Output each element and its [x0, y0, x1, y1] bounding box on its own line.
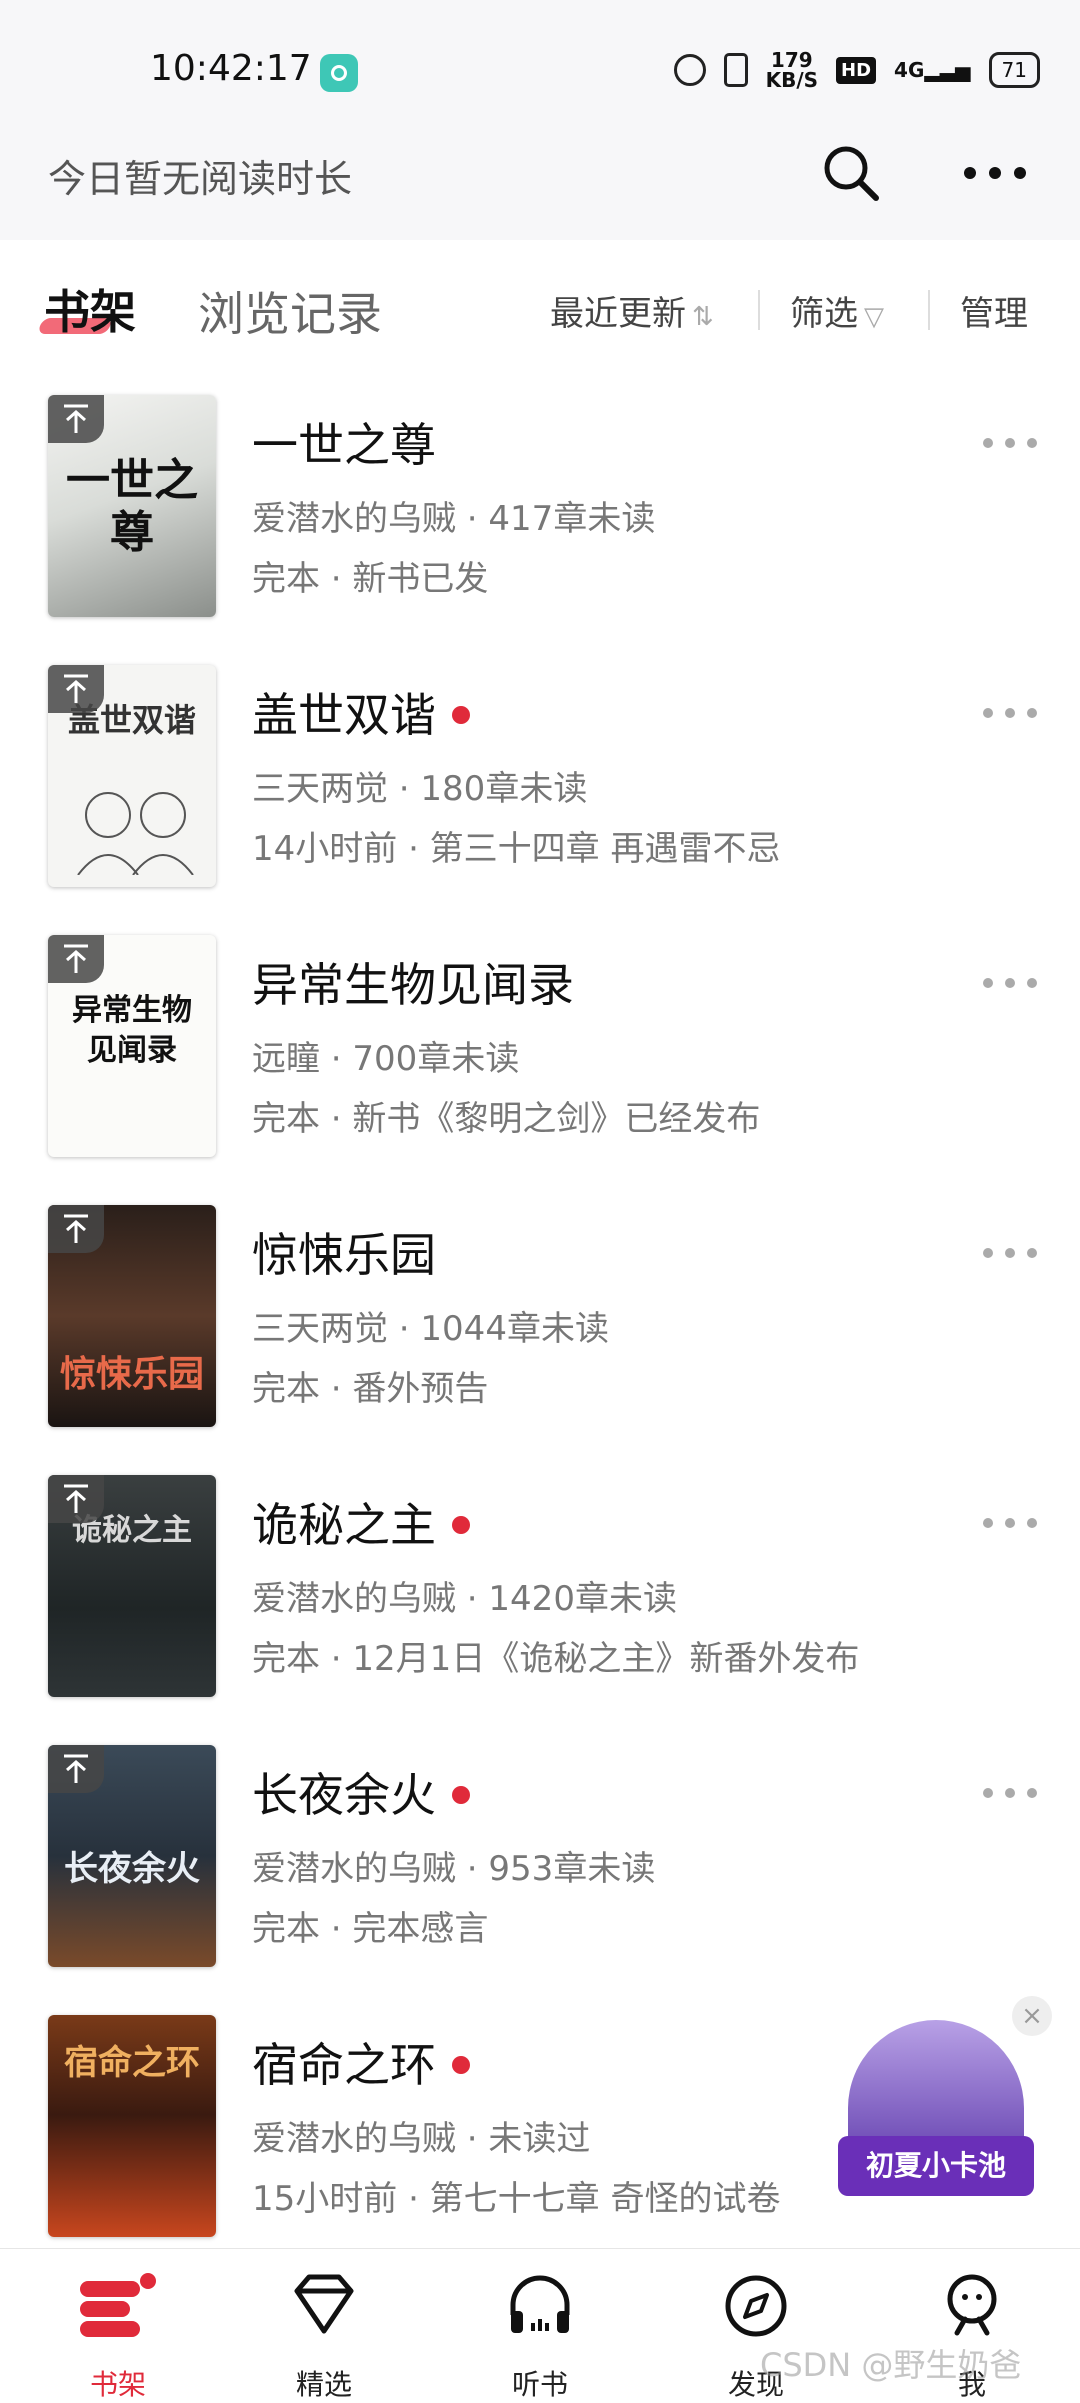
book-cover[interactable]: 长夜余火: [48, 1745, 216, 1967]
bookshelf-panel: 书架 浏览记录 最近更新 ⇅ 筛选 ▽ 管理 一世之尊 一世之尊 爱潜水的乌贼 · …: [0, 240, 1080, 2240]
book-more-icon[interactable]: [980, 1785, 1040, 1801]
promo-label: 初夏小卡池: [838, 2136, 1034, 2196]
reading-time-text[interactable]: 今日暂无阅读时长: [48, 148, 352, 203]
book-update-note: 15小时前 · 第七十七章 奇怪的试卷: [252, 2179, 781, 2219]
compass-icon: [725, 2275, 787, 2337]
book-author-progress: 三天两觉 · 180章未读: [252, 769, 588, 809]
book-author-progress: 爱潜水的乌贼 · 417章未读: [252, 499, 656, 539]
filter-icon: ▽: [864, 302, 884, 332]
book-update-note: 14小时前 · 第三十四章 再遇雷不忌: [252, 829, 781, 869]
book-cover[interactable]: 盖世双谐: [48, 665, 216, 887]
book-item[interactable]: 诡秘之主 诡秘之主 爱潜水的乌贼 · 1420章未读 完本 · 12月1日《诡秘…: [0, 1475, 1080, 1745]
nav-featured[interactable]: 精选: [254, 2259, 394, 2401]
status-bar: 10:42:17 179 KB/S HD 4G▂▃▅ 71: [0, 0, 1080, 130]
hd-badge: HD: [836, 56, 877, 84]
signal-icon: 4G▂▃▅: [894, 58, 971, 82]
book-update-note: 完本 · 12月1日《诡秘之主》新番外发布: [252, 1639, 860, 1679]
book-more-icon[interactable]: [980, 1515, 1040, 1531]
book-author-progress: 远瞳 · 700章未读: [252, 1039, 520, 1079]
book-update-note: 完本 · 新书已发: [252, 559, 489, 599]
divider: [928, 290, 930, 330]
pin-top-icon[interactable]: [48, 1205, 104, 1253]
profile-icon: [947, 2274, 997, 2336]
search-icon[interactable]: [822, 144, 880, 202]
pin-top-icon[interactable]: [48, 1475, 104, 1523]
pin-top-icon[interactable]: [48, 395, 104, 443]
status-time: 10:42:17: [150, 48, 312, 89]
manage-button[interactable]: 管理: [960, 286, 1028, 335]
book-cover[interactable]: 宿命之环: [48, 2015, 216, 2237]
nav-bookshelf[interactable]: 书架: [48, 2259, 188, 2401]
book-title: 异常生物见闻录: [252, 958, 574, 1012]
book-item[interactable]: 一世之尊 一世之尊 爱潜水的乌贼 · 417章未读 完本 · 新书已发: [0, 395, 1080, 665]
book-item[interactable]: 惊悚乐园 惊悚乐园 三天两觉 · 1044章未读 完本 · 番外预告: [0, 1205, 1080, 1475]
book-cover[interactable]: 诡秘之主: [48, 1475, 216, 1697]
book-item[interactable]: 长夜余火 长夜余火 爱潜水的乌贼 · 953章未读 完本 · 完本感言: [0, 1745, 1080, 2015]
bookshelf-icon: [80, 2273, 156, 2337]
book-title: 盖世双谐: [252, 679, 470, 745]
alarm-icon: [673, 54, 706, 86]
book-author-progress: 爱潜水的乌贼 · 未读过: [252, 2119, 591, 2159]
sort-icon: ⇅: [692, 302, 714, 332]
pin-top-icon[interactable]: [48, 935, 104, 983]
book-cover[interactable]: 惊悚乐园: [48, 1205, 216, 1427]
pin-top-icon[interactable]: [48, 1745, 104, 1793]
book-item[interactable]: 异常生物见闻录 异常生物见闻录 远瞳 · 700章未读 完本 · 新书《黎明之剑…: [0, 935, 1080, 1205]
book-author-progress: 三天两觉 · 1044章未读: [252, 1309, 609, 1349]
book-author-progress: 爱潜水的乌贼 · 1420章未读: [252, 1579, 677, 1619]
headphones-icon: [510, 2275, 570, 2333]
book-title: 长夜余火: [252, 1759, 470, 1825]
divider: [758, 290, 760, 330]
book-update-note: 完本 · 完本感言: [252, 1909, 489, 1949]
sort-button[interactable]: 最近更新 ⇅: [550, 286, 714, 335]
diamond-icon: [294, 2274, 354, 2334]
vibrate-icon: [723, 53, 748, 87]
book-title: 一世之尊: [252, 418, 436, 472]
network-speed: 179 KB/S: [765, 48, 819, 92]
nav-audiobooks[interactable]: 听书: [470, 2259, 610, 2401]
tab-bar: 书架 浏览记录 最近更新 ⇅ 筛选 ▽ 管理: [0, 240, 1080, 360]
book-title: 宿命之环: [252, 2029, 470, 2095]
book-cover[interactable]: 异常生物见闻录: [48, 935, 216, 1157]
book-update-note: 完本 · 番外预告: [252, 1369, 489, 1409]
watermark: CSDN @野生奶爸: [760, 2346, 1022, 2384]
book-item[interactable]: 盖世双谐 盖世双谐 三天两觉 · 180章未读 14小时前 · 第三十四章 再遇…: [0, 665, 1080, 935]
book-more-icon[interactable]: [980, 435, 1040, 451]
new-update-dot: [452, 705, 470, 724]
book-cover[interactable]: 一世之尊: [48, 395, 216, 617]
filter-button[interactable]: 筛选 ▽: [790, 286, 884, 335]
tab-bookshelf[interactable]: 书架: [44, 276, 136, 342]
cover-illustration: [77, 792, 194, 875]
status-indicators: 179 KB/S HD 4G▂▃▅ 71: [673, 48, 1040, 92]
book-more-icon[interactable]: [980, 705, 1040, 721]
book-more-icon[interactable]: [980, 975, 1040, 991]
battery-icon: 71: [988, 52, 1040, 88]
promo-illustration: [848, 2020, 1024, 2150]
new-update-dot: [452, 1785, 470, 1804]
book-title: 惊悚乐园: [252, 1228, 436, 1282]
top-header: 今日暂无阅读时长: [0, 130, 1080, 240]
more-icon[interactable]: [960, 158, 1030, 188]
pin-top-icon[interactable]: [48, 665, 104, 713]
tab-browse-history[interactable]: 浏览记录: [198, 278, 382, 344]
new-update-dot: [452, 1515, 470, 1534]
book-title: 诡秘之主: [252, 1489, 470, 1555]
book-update-note: 完本 · 新书《黎明之剑》已经发布: [252, 1099, 761, 1139]
book-more-icon[interactable]: [980, 1245, 1040, 1261]
new-update-dot: [452, 2055, 470, 2074]
promo-card-pool[interactable]: 初夏小卡池: [838, 2020, 1034, 2200]
book-author-progress: 爱潜水的乌贼 · 953章未读: [252, 1849, 656, 1889]
message-notification-icon: [320, 54, 358, 92]
